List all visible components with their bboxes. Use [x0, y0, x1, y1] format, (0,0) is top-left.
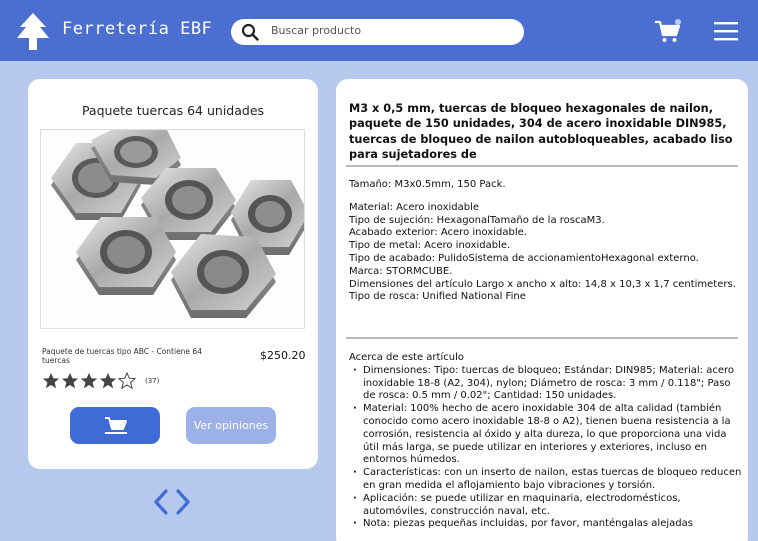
product-image: [40, 129, 305, 329]
spec-line: Acabado exterior: Acero inoxidable.: [349, 227, 527, 239]
search-bar[interactable]: Buscar producto: [231, 19, 524, 45]
star-filled-icon: [42, 372, 60, 389]
product-price: $250.20: [260, 349, 306, 362]
product-card: Paquete tuercas 64 unidades Paquete de t…: [28, 79, 318, 469]
hamburger-menu-icon[interactable]: [714, 21, 738, 41]
spec-line: Tipo de sujeción: HexagonalTamaño de la …: [349, 214, 605, 226]
star-filled-icon: [99, 372, 117, 389]
list-item: Nota: piezas pequeñas incluidas, por fav…: [349, 518, 744, 531]
spec-line: Material: Acero inoxidable: [349, 201, 480, 213]
search-icon[interactable]: [241, 23, 259, 41]
about-list: Dimensiones: Tipo: tuercas de bloqueo; E…: [349, 365, 744, 531]
spec-line: Tipo de acabado: PulidoSistema de accion…: [349, 252, 699, 264]
pine-tree-icon[interactable]: [16, 13, 50, 51]
rating-stars[interactable]: (37): [42, 371, 159, 391]
star-filled-icon: [80, 372, 98, 389]
details-title: M3 x 0,5 mm, tuercas de bloqueo hexagona…: [349, 102, 733, 161]
list-item: Dimensiones: Tipo: tuercas de bloqueo; E…: [349, 365, 744, 403]
add-to-cart-button[interactable]: [70, 407, 160, 444]
star-filled-icon: [61, 372, 79, 389]
product-description: Paquete de tuercas tipo ABC - Contiene 6…: [42, 347, 202, 366]
spec-line: Marca: STORMCUBE.: [349, 265, 453, 277]
product-details-card: M3 x 0,5 mm, tuercas de bloqueo hexagona…: [336, 79, 748, 541]
list-item: Aplicación: se puede utilizar en maquina…: [349, 493, 744, 519]
search-input[interactable]: Buscar producto: [271, 24, 361, 37]
about-title: Acerca de este artículo: [349, 352, 464, 363]
chevron-left-right-icon[interactable]: [152, 487, 192, 517]
view-reviews-button[interactable]: Ver opiniones: [186, 407, 276, 444]
spec-line: Dimensiones del artículo Largo x ancho x…: [349, 278, 736, 290]
specs-section: Tamaño: M3x0.5mm, 150 Pack. Material: Ac…: [349, 179, 744, 304]
divider: [346, 165, 738, 167]
spec-size: Tamaño: M3x0.5mm, 150 Pack.: [349, 179, 506, 190]
top-bar: Ferretería EBF Buscar producto: [0, 0, 758, 61]
star-empty-icon: [118, 372, 136, 390]
list-item: Material: 100% hecho de acero inoxidable…: [349, 403, 744, 467]
about-section: Acerca de este artículo Dimensiones: Tip…: [349, 352, 744, 531]
divider: [346, 337, 738, 339]
product-title: Paquete tuercas 64 unidades: [81, 103, 265, 118]
cart-icon[interactable]: [654, 19, 682, 45]
list-item: Características: con un inserto de nailo…: [349, 467, 744, 493]
reviews-count: (37): [145, 377, 160, 385]
spec-line: Tipo de metal: Acero inoxidable.: [349, 240, 511, 252]
cart-icon: [105, 417, 127, 434]
spec-line: Tipo de rosca: Unified National Fine: [349, 291, 526, 303]
brand-name[interactable]: Ferretería EBF: [62, 19, 212, 39]
